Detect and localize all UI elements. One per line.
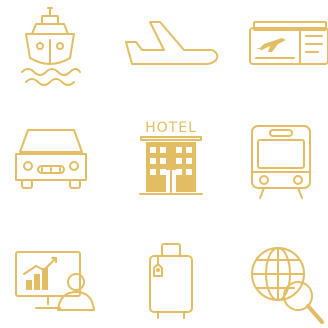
train-icon (251, 125, 311, 199)
presentation-chart-icon (15, 251, 95, 311)
globe-search-icon (251, 247, 324, 324)
airplane-icon (125, 21, 219, 65)
flight-ticket-icon (249, 21, 328, 65)
hotel-icon (139, 136, 203, 195)
hotel-sign-label: HOTEL (145, 120, 197, 136)
taxi-car-icon (15, 129, 87, 189)
luggage-icon (149, 243, 193, 319)
cruise-ship-icon (21, 7, 81, 86)
travel-icon-grid: HOTEL (0, 0, 328, 328)
